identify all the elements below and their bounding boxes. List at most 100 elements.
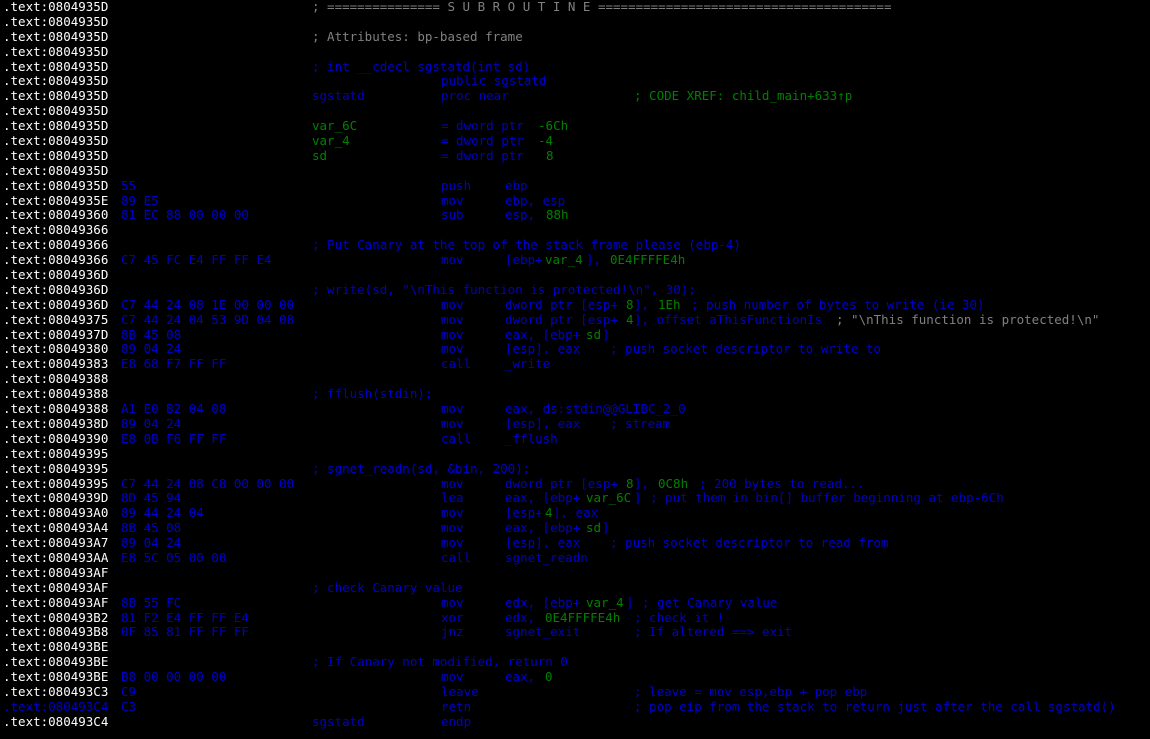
line-address: .text:0804939D: [3, 490, 109, 506]
mnemonic-token: call: [441, 356, 472, 372]
line-address: .text:08049366: [3, 237, 109, 253]
disassembly-line[interactable]: .text:080493AF 8B 55 FC mov edx, [ebp+ var_4…: [0, 595, 1150, 611]
disassembly-line[interactable]: .text:0804935D: [0, 44, 1150, 60]
line-address: .text:080493C3: [3, 683, 109, 699]
value-token: 4: [545, 505, 553, 521]
operand-token: [ebp+: [505, 252, 543, 268]
line-address: .text:0804935D: [3, 147, 109, 163]
line-address: .text:08049366: [3, 252, 109, 268]
disassembly-line[interactable]: .text:0804935E 89 E5 mov ebp, esp: [0, 192, 1150, 209]
opcode-bytes: C7 44 24 08 1E 00 00 00: [121, 296, 295, 312]
line-address: .text:0804936D: [3, 267, 109, 283]
opcode-bytes: C7 44 24 08 C8 00 00 00: [121, 475, 295, 491]
line-address: .text:0804935D: [3, 28, 109, 44]
disassembly-line[interactable]: .text:08049388: [0, 371, 1150, 387]
user-comment: ; If altered ==> exit: [634, 624, 793, 640]
operand-token: dword ptr [esp+: [505, 311, 618, 327]
auto-comment: ; "\nThis function is protected!\n": [836, 311, 1100, 327]
mnemonic-token: mov: [441, 296, 464, 312]
disassembly-line[interactable]: .text:080493AF: [0, 565, 1150, 581]
disassembly-line[interactable]: .text:0804935D sd = dword ptr 8: [0, 147, 1150, 164]
disassembly-line[interactable]: .text:080493AF ; check Canary value: [0, 580, 1150, 596]
line-address: .text:080493C4: [3, 713, 109, 729]
value-token: var_4: [312, 133, 350, 149]
disassembly-line[interactable]: .text:08049395 C7 44 24 08 C8 00 00 00 mov…: [0, 475, 1150, 492]
opcode-bytes: 89 04 24: [121, 341, 182, 357]
disassembly-line[interactable]: .text:08049380 89 04 24 mov [esp], eax ; pus…: [0, 342, 1150, 357]
disassembly-line[interactable]: .text:08049390 E8 0B F6 FF FF call _fflush: [0, 430, 1150, 447]
disassembly-line[interactable]: .text:0804935D var_4 = dword ptr -4: [0, 133, 1150, 149]
disassembly-line[interactable]: .text:0804937D 8B 45 08 mov eax, [ebp+ sd]: [0, 326, 1150, 343]
disassembly-line[interactable]: .text:0804938D 89 04 24 mov [esp], eax ; str…: [0, 416, 1150, 432]
disassembly-line[interactable]: .text:080493C4 sgstatd endp: [0, 713, 1150, 730]
disassembly-listing[interactable]: .text:0804935D ; =============== S U B R …: [0, 0, 1150, 739]
line-address: .text:08049395: [3, 445, 109, 461]
operand-token: ],: [634, 475, 657, 491]
disassembly-line[interactable]: .text:080493C3 C9 leave ; leave = mov esp,e…: [0, 683, 1150, 700]
disassembly-line[interactable]: .text:08049388 ; fflush(stdin);: [0, 386, 1150, 402]
disassembly-line[interactable]: .text:08049388 A1 E0 B2 04 08 mov eax, ds:s…: [0, 401, 1150, 417]
disassembly-line[interactable]: .text:0804939D 8D 45 94 lea eax, [ebp+ var_6…: [0, 490, 1150, 506]
disassembly-line[interactable]: .text:0804935D: [0, 162, 1150, 179]
line-address: .text:0804936D: [3, 296, 109, 312]
value-token: 8: [626, 296, 634, 312]
disassembly-line[interactable]: .text:080493A7 89 04 24 mov [esp], eax ; pus…: [0, 535, 1150, 551]
mnemonic-token: mov: [441, 311, 464, 327]
user-comment: ; sgnet_readn(sd, &bin, 200);: [312, 460, 531, 476]
disassembly-line[interactable]: .text:0804935D ; int __cdecl sgstatd(int …: [0, 59, 1150, 75]
disassembly-line[interactable]: .text:0804935D: [0, 14, 1150, 30]
disassembly-line[interactable]: .text:080493B2 81 F2 E4 FF FF E4 xor edx, 0…: [0, 610, 1150, 626]
disassembly-line[interactable]: .text:08049395: [0, 445, 1150, 462]
mnemonic-token: endp: [441, 713, 472, 729]
line-address: .text:0804935D: [3, 133, 109, 149]
operand-token: ]: [634, 490, 650, 506]
opcode-bytes: E8 0B F6 FF FF: [121, 430, 227, 446]
operand-token: eax, [ebp+: [505, 490, 581, 506]
disassembly-line[interactable]: .text:0804936D C7 44 24 08 1E 00 00 00 mov…: [0, 296, 1150, 313]
opcode-bytes: E8 68 F7 FF FF: [121, 356, 227, 372]
opcode-bytes: 0F 85 81 FF FF FF: [121, 624, 249, 640]
disassembly-line[interactable]: .text:08049375 C7 44 24 04 53 9D 04 08 mov…: [0, 311, 1150, 328]
value-token: 8: [546, 147, 554, 163]
operand-token: _fflush: [505, 430, 558, 446]
mnemonic-token: retn: [441, 698, 472, 714]
disassembly-line[interactable]: .text:080493C4 C3 retn ; pop eip from the s…: [0, 698, 1150, 715]
disassembly-line[interactable]: .text:0804935D: [0, 103, 1150, 119]
operand-token: [esp+: [505, 505, 543, 521]
line-address: .text:0804935D: [3, 162, 109, 178]
label-token: sgstatd: [312, 713, 365, 729]
disassembly-line[interactable]: .text:0804936D ; write(sd, "\nThis functi…: [0, 282, 1150, 298]
disassembly-line[interactable]: .text:0804935D var_6C = dword ptr -6Ch: [0, 118, 1150, 134]
disassembly-line[interactable]: .text:080493BE B8 00 00 00 00 mov eax, 0: [0, 669, 1150, 685]
disassembly-line[interactable]: .text:08049366 C7 45 FC E4 FF FF E4 mov [eb…: [0, 252, 1150, 268]
disassembly-line[interactable]: .text:080493A0 89 44 24 04 mov [esp+ 4], eax: [0, 505, 1150, 521]
disassembly-line[interactable]: .text:08049383 E8 68 F7 FF FF call _write: [0, 356, 1150, 372]
disassembly-line[interactable]: .text:08049395 ; sgnet_readn(sd, &bin, 20…: [0, 460, 1150, 477]
user-comment: ; fflush(stdin);: [312, 386, 433, 402]
value-token: sd: [586, 326, 602, 342]
line-address: .text:080493BE: [3, 639, 109, 655]
user-comment: ; Put Canary at the top of the stack fra…: [312, 237, 741, 253]
disassembly-line[interactable]: .text:0804935D 55 push ebp: [0, 178, 1150, 194]
disassembly-line[interactable]: .text:080493A4 8B 45 08 mov eax, [ebp+ sd]: [0, 520, 1150, 536]
disassembly-line[interactable]: .text:0804935D sgstatd proc near ; CODE XRE…: [0, 88, 1150, 104]
user-comment: ; If Canary not modified, return 0: [312, 654, 568, 670]
disassembly-line[interactable]: .text:0804935D public sgstatd: [0, 74, 1150, 89]
mnemonic-token: mov: [441, 401, 464, 417]
opcode-bytes: C7 44 24 04 53 9D 04 08: [121, 311, 295, 327]
mnemonic-token: call: [441, 430, 472, 446]
disassembly-line[interactable]: .text:08049366 ; Put Canary at the top of…: [0, 237, 1150, 253]
disassembly-line[interactable]: .text:080493BE ; If Canary not modified, …: [0, 654, 1150, 670]
disassembly-line[interactable]: .text:0804936D: [0, 267, 1150, 283]
disassembly-line[interactable]: .text:08049366: [0, 222, 1150, 238]
disassembly-line[interactable]: .text:0804935D ; Attributes: bp-based fra…: [0, 28, 1150, 45]
disassembly-line[interactable]: .text:08049360 81 EC 88 00 00 00 sub esp, 8…: [0, 208, 1150, 223]
disassembly-line[interactable]: .text:080493BE: [0, 639, 1150, 655]
disassembly-line[interactable]: .text:080493B8 0F 85 81 FF FF FF jnz sgnet_…: [0, 625, 1150, 640]
mnemonic-token: mov: [441, 520, 464, 536]
mnemonic-token: mov: [441, 192, 464, 208]
operand-token: sgnet_exit: [505, 624, 581, 640]
value-token: var_6C: [586, 490, 632, 506]
disassembly-line[interactable]: .text:0804935D ; =============== S U B R …: [0, 0, 1150, 15]
disassembly-line[interactable]: .text:080493AA E8 5C 05 00 00 call sgnet_re…: [0, 550, 1150, 566]
